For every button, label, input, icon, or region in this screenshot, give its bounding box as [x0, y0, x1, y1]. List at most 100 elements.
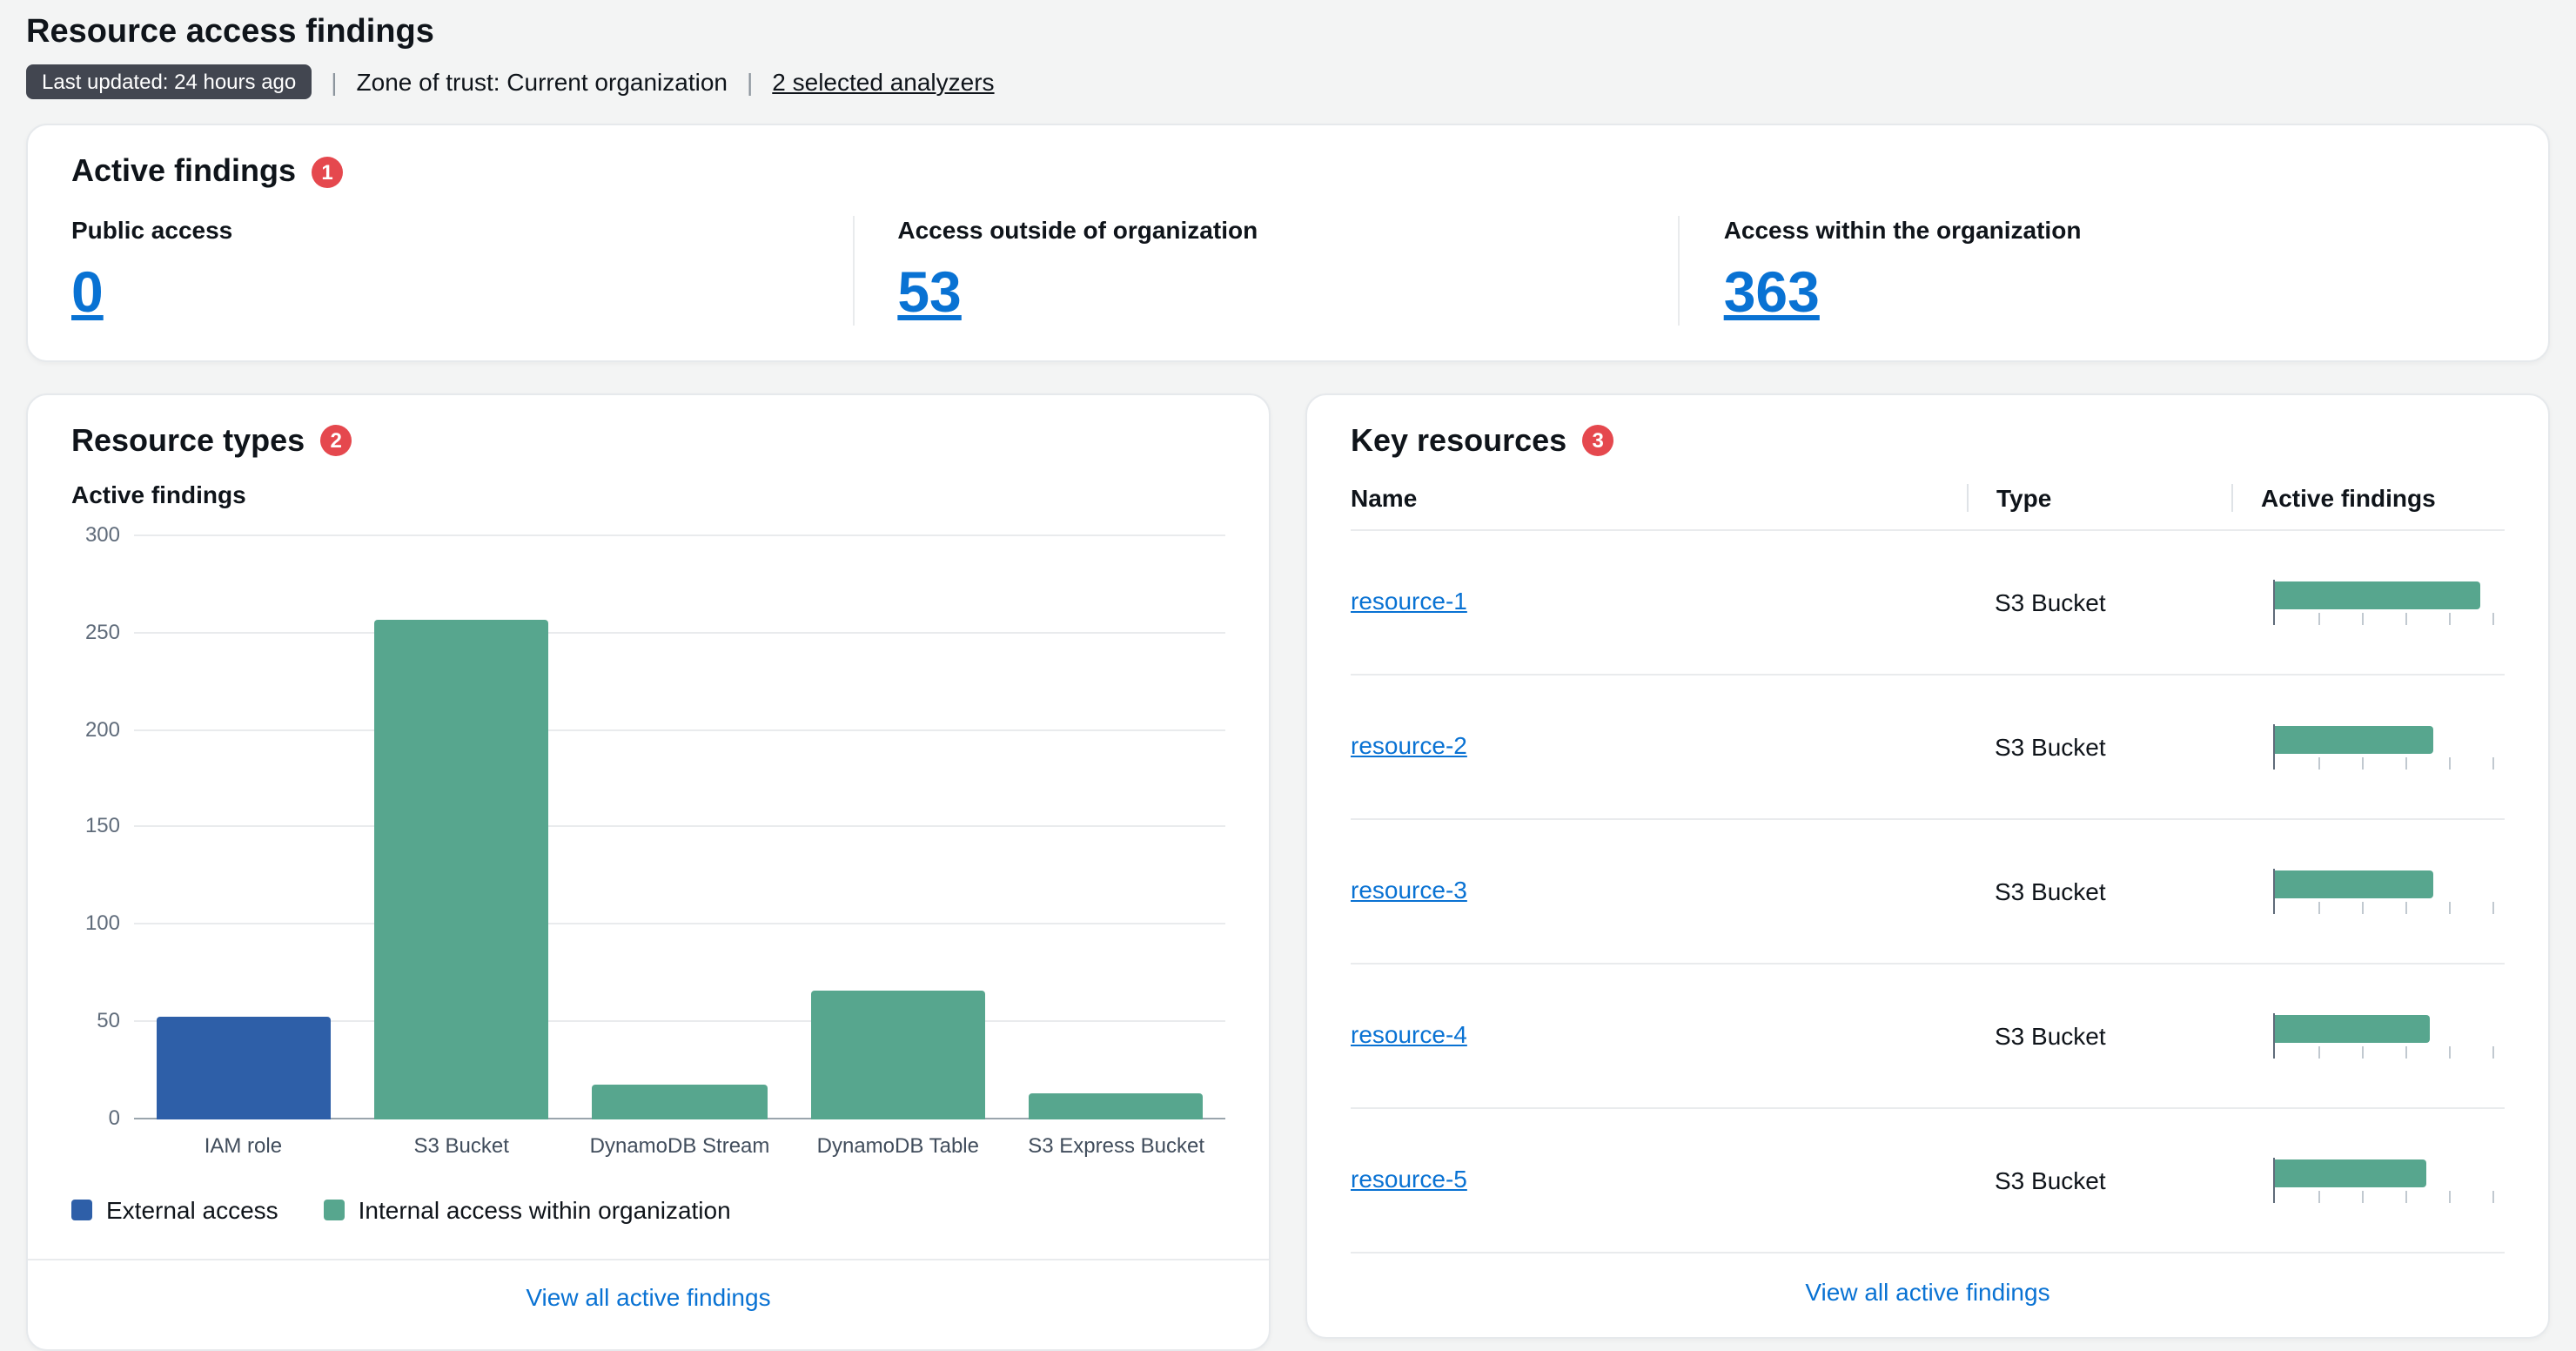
resource-types-footer: View all active findings	[28, 1259, 1269, 1335]
active-findings-mini-chart	[2273, 1013, 2494, 1059]
y-axis-tick-label: 50	[64, 1008, 120, 1032]
mini-chart-tick	[2405, 757, 2407, 770]
mini-chart-tick	[2318, 902, 2319, 914]
active-findings-mini-chart	[2273, 580, 2494, 625]
bar-s3-express-bucket[interactable]	[1029, 1094, 1204, 1119]
view-all-active-findings-link[interactable]: View all active findings	[1805, 1278, 2049, 1306]
metric-access-outside-of-organization: Access outside of organization 53	[852, 216, 1678, 326]
mini-chart-tick	[2362, 902, 2364, 914]
resource-link-resource-4[interactable]: resource-4	[1351, 1020, 1467, 1048]
type-cell: S3 Bucket	[1967, 733, 2231, 761]
mini-chart-tick	[2449, 902, 2451, 914]
table-row-resource-2: resource-2 S3 Bucket	[1351, 676, 2505, 820]
mini-chart-tick	[2449, 1191, 2451, 1203]
name-cell: resource-4	[1351, 1020, 1967, 1052]
mini-chart-tick	[2449, 757, 2451, 770]
table-row-resource-1: resource-1 S3 Bucket	[1351, 531, 2505, 676]
active-findings-mini-chart	[2273, 1158, 2494, 1203]
resource-link-resource-5[interactable]: resource-5	[1351, 1165, 1467, 1193]
viewport: Resource access findings Last updated: 2…	[0, 0, 2576, 1309]
mini-chart-tick	[2405, 902, 2407, 914]
chart-legend: External access Internal access within or…	[71, 1196, 1225, 1224]
key-resources-count-badge: 3	[1582, 426, 1613, 457]
metric-public-access: Public access 0	[71, 216, 852, 326]
table-row-resource-4: resource-4S3 Bucket	[1351, 965, 2505, 1109]
bar-slot-s3-bucket	[352, 536, 571, 1119]
selected-analyzers-link[interactable]: 2 selected analyzers	[772, 68, 994, 96]
category-label-s3-express-bucket: S3 Express Bucket	[1007, 1133, 1225, 1158]
last-updated-badge: Last updated: 24 hours ago	[26, 64, 312, 99]
active-findings-bar	[2275, 870, 2432, 898]
bar-iam-role[interactable]	[156, 1017, 331, 1119]
bar-s3-bucket[interactable]	[374, 620, 549, 1119]
key-resources-title: Key resources	[1351, 423, 1566, 460]
y-axis-tick-label: 300	[64, 522, 120, 547]
zone-of-trust-label: Zone of trust: Current organization	[357, 68, 728, 96]
legend-swatch	[71, 1200, 92, 1220]
mini-chart-tick	[2449, 1046, 2451, 1059]
resource-types-card: Resource types 2 Active findings 0501001…	[26, 393, 1271, 1351]
active-findings-bar	[2275, 726, 2432, 754]
name-cell: resource-3	[1351, 876, 1967, 907]
legend-item-internal-access-within-organization: Internal access within organization	[324, 1196, 731, 1224]
resource-link-resource-2[interactable]: resource-2	[1351, 731, 1467, 759]
findings-cell	[2231, 1158, 2505, 1203]
table-row-resource-3: resource-3S3 Bucket	[1351, 820, 2505, 965]
mini-chart-tick	[2318, 1046, 2319, 1059]
mini-chart-tick	[2362, 757, 2364, 770]
bar-chart-category-labels: IAM roleS3 BucketDynamoDB StreamDynamoDB…	[134, 1133, 1225, 1158]
type-cell: S3 Bucket	[1967, 588, 2231, 616]
bar-slot-dynamodb-stream	[571, 536, 789, 1119]
table-row-resource-5: resource-5 S3 Bucket	[1351, 1109, 2505, 1254]
mini-chart-tick	[2449, 613, 2451, 625]
bar-dynamodb-stream[interactable]	[593, 1085, 768, 1119]
resource-link-resource-3[interactable]: resource-3	[1351, 876, 1467, 904]
category-label-iam-role: IAM role	[134, 1133, 352, 1158]
meta-separator: |	[747, 68, 753, 96]
metric-value-link-access-outside-of-organization[interactable]: 53	[897, 259, 961, 326]
active-findings-bar	[2275, 1159, 2426, 1187]
mini-chart-tick	[2405, 1046, 2407, 1059]
legend-label: Internal access within organization	[359, 1196, 731, 1224]
active-findings-mini-chart	[2273, 724, 2494, 770]
dashboard-grid: Resource types 2 Active findings 0501001…	[26, 393, 2550, 1351]
mini-chart-tick	[2493, 613, 2495, 625]
y-axis-tick-label: 250	[64, 620, 120, 644]
bar-dynamodb-table[interactable]	[811, 991, 986, 1119]
mini-chart-tick	[2362, 1046, 2364, 1059]
metric-label: Public access	[71, 216, 852, 244]
key-resources-table-body: resource-1S3 Bucketresource-2S3 Bucketre…	[1351, 531, 2505, 1254]
page-title: Resource access findings	[26, 14, 2550, 52]
mini-chart-tick	[2405, 1191, 2407, 1203]
active-findings-metrics: Public access 0 Access outside of organiza…	[71, 216, 2505, 326]
active-findings-title: Active findings	[71, 153, 296, 190]
resource-types-title: Resource types	[71, 423, 305, 460]
mini-chart-tick	[2493, 1046, 2495, 1059]
category-label-dynamodb-table: DynamoDB Table	[788, 1133, 1007, 1158]
active-findings-mini-chart	[2273, 869, 2494, 914]
name-cell: resource-2	[1351, 731, 1967, 763]
findings-cell	[2231, 1013, 2505, 1059]
view-all-active-findings-link[interactable]: View all active findings	[526, 1283, 770, 1311]
active-findings-bar	[2275, 1015, 2431, 1043]
column-header-type: Type	[1967, 484, 2231, 512]
chart-title: Active findings	[71, 481, 1225, 508]
metric-value-link-public-access[interactable]: 0	[71, 259, 104, 326]
mini-chart-tick	[2318, 1191, 2319, 1203]
type-cell: S3 Bucket	[1967, 1166, 2231, 1194]
resource-link-resource-1[interactable]: resource-1	[1351, 587, 1467, 615]
metric-value-link-access-within-the-organization[interactable]: 363	[1724, 259, 1820, 326]
name-cell: resource-5	[1351, 1165, 1967, 1196]
y-axis-tick-label: 100	[64, 911, 120, 936]
metric-access-within-the-organization: Access within the organization363	[1679, 216, 2505, 326]
findings-cell	[2231, 869, 2505, 914]
legend-item-external-access: External access	[71, 1196, 278, 1224]
key-resources-table-header: NameTypeActive findings	[1351, 484, 2505, 531]
mini-chart-tick	[2318, 757, 2319, 770]
metric-label: Access outside of organization	[897, 216, 1678, 244]
legend-label: External access	[106, 1196, 278, 1224]
mini-chart-tick	[2493, 757, 2495, 770]
y-axis-tick-label: 150	[64, 814, 120, 838]
legend-swatch	[324, 1200, 345, 1220]
category-label-s3-bucket: S3 Bucket	[352, 1133, 571, 1158]
